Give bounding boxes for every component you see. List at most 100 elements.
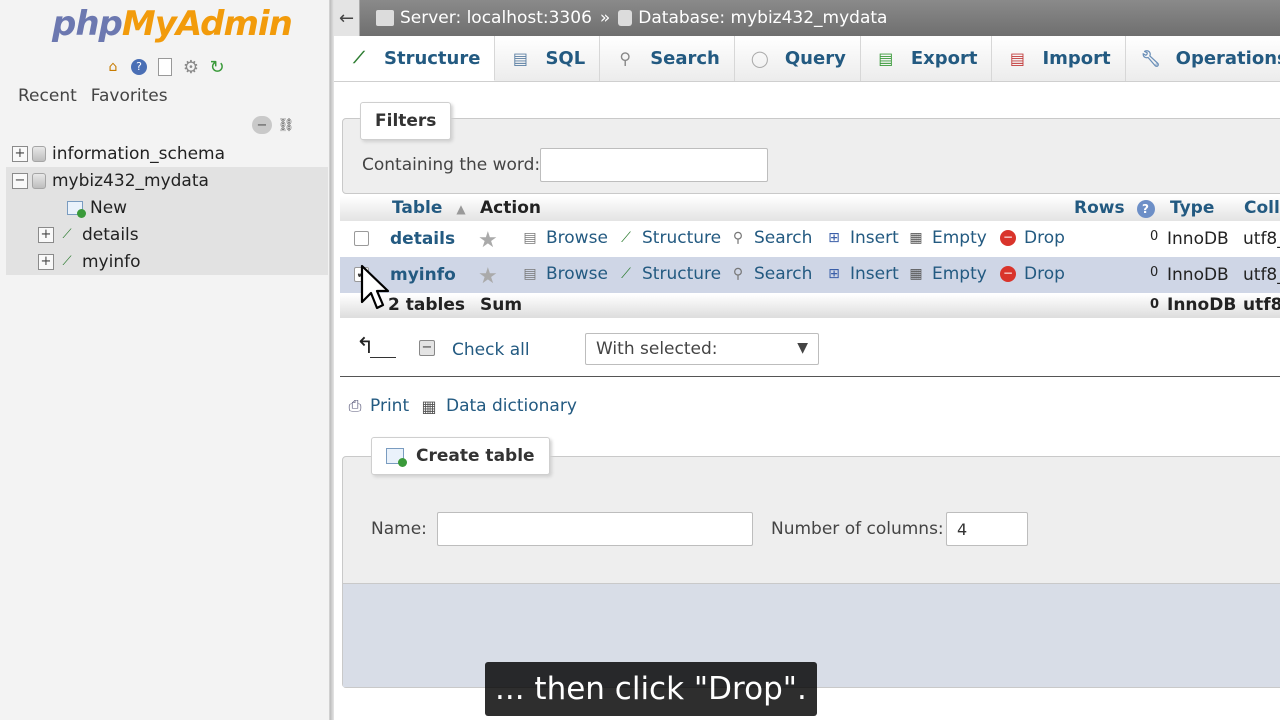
breadcrumb-database-label[interactable]: Database: mybiz432_mydata	[638, 8, 887, 28]
drop-label[interactable]: Drop	[1024, 264, 1065, 284]
browse-label[interactable]: Browse	[546, 264, 608, 284]
empty-action[interactable]: ▦ Empty	[906, 228, 987, 248]
search-label[interactable]: Search	[754, 228, 812, 248]
header-label[interactable]: Rows	[1074, 198, 1125, 218]
browse-label[interactable]: Browse	[546, 228, 608, 248]
back-arrow-icon[interactable]: ←	[334, 0, 360, 36]
database-tree: + information_schema − mybiz432_mydata N…	[0, 140, 330, 275]
drop-label[interactable]: Drop	[1024, 228, 1065, 248]
search-action[interactable]: ⚲ Search	[728, 228, 813, 248]
structure-action[interactable]: ⟋ Structure	[616, 264, 721, 284]
database-icon	[618, 10, 633, 26]
tab-operations[interactable]: 🔧︎ Operations	[1126, 36, 1280, 81]
favorite-star-icon[interactable]: ★	[478, 264, 498, 289]
data-dictionary-link[interactable]: ▦ Data dictionary	[418, 396, 577, 416]
import-icon: ▤	[1009, 49, 1026, 68]
structure-icon: ⟋	[621, 266, 631, 282]
expand-icon[interactable]: +	[38, 253, 54, 270]
structure-action[interactable]: ⟋ Structure	[616, 228, 721, 248]
tree-item-label[interactable]: mybiz432_mydata	[52, 171, 209, 191]
collapse-all-icon[interactable]: −	[252, 116, 272, 134]
breadcrumb-database[interactable]: Database: mybiz432_mydata	[618, 8, 887, 28]
filter-input[interactable]	[540, 148, 768, 182]
database-icon	[32, 172, 46, 189]
insert-action[interactable]: ⊞ Insert	[824, 228, 899, 248]
settings-icon[interactable]: ⚙	[180, 56, 202, 78]
empty-label[interactable]: Empty	[932, 228, 987, 248]
drop-action[interactable]: − Drop	[998, 228, 1065, 248]
table-name-link[interactable]: details	[390, 229, 455, 249]
table-name-input[interactable]	[437, 512, 753, 546]
table-name-link[interactable]: myinfo	[390, 265, 456, 285]
search-icon: ⚲	[619, 49, 632, 68]
breadcrumb-server-label[interactable]: Server: localhost:3306	[400, 8, 592, 28]
insert-label[interactable]: Insert	[850, 228, 899, 248]
recent-tab[interactable]: Recent	[14, 86, 81, 106]
phpmyadmin-logo[interactable]: phpMyAdmin	[52, 4, 293, 44]
expand-icon[interactable]: +	[12, 145, 28, 162]
browse-action[interactable]: ▤ Browse	[520, 264, 608, 284]
info-icon[interactable]: ?	[128, 56, 150, 78]
home-icon[interactable]: ⌂	[102, 56, 124, 78]
tree-item-myinfo[interactable]: + ⟋ myinfo	[6, 248, 328, 275]
empty-label[interactable]: Empty	[932, 264, 987, 284]
search-label[interactable]: Search	[754, 264, 812, 284]
column-header-rows[interactable]: Rows ?	[1074, 198, 1155, 218]
print-label[interactable]: Print	[370, 396, 409, 416]
tab-label: Import	[1042, 48, 1111, 69]
breadcrumb-server[interactable]: Server: localhost:3306	[376, 8, 592, 28]
engine-type: InnoDB	[1167, 265, 1229, 285]
empty-icon: ▦	[909, 266, 923, 282]
print-link[interactable]: ⎙ Print	[344, 396, 410, 416]
with-selected-dropdown[interactable]: With selected: ▼	[585, 333, 819, 365]
favorite-star-icon[interactable]: ★	[478, 228, 498, 253]
sum-rows: 0	[1150, 297, 1160, 312]
tab-label: Structure	[384, 47, 481, 69]
expand-icon[interactable]: +	[38, 226, 54, 243]
structure-label[interactable]: Structure	[642, 264, 721, 284]
tree-item-details[interactable]: + ⟋ details	[6, 221, 328, 248]
tree-item-label[interactable]: details	[82, 225, 139, 245]
tree-item-new-table[interactable]: New	[6, 194, 328, 221]
reload-icon[interactable]: ↻	[206, 56, 228, 78]
arrow-up-icon: ↰	[356, 334, 375, 359]
tab-structure[interactable]: ⟋ Structure	[334, 36, 496, 81]
insert-action[interactable]: ⊞ Insert	[824, 264, 899, 284]
browse-action[interactable]: ▤ Browse	[520, 228, 608, 248]
check-all-link[interactable]: Check all	[452, 340, 530, 360]
search-action[interactable]: ⚲ Search	[728, 264, 813, 284]
row-checkbox[interactable]	[354, 231, 369, 246]
browse-icon: ▤	[523, 266, 537, 282]
sum-type: InnoDB	[1167, 295, 1237, 315]
sidebar-resize-handle[interactable]	[330, 0, 334, 720]
collapse-icon[interactable]: −	[12, 172, 28, 189]
header-label[interactable]: Table	[392, 198, 442, 218]
column-header-collation[interactable]: Colla	[1244, 198, 1280, 218]
check-all-checkbox[interactable]: −	[419, 340, 435, 356]
columns-input[interactable]	[946, 512, 1028, 546]
tree-item-label[interactable]: information_schema	[52, 144, 225, 164]
insert-icon: ⊞	[828, 230, 840, 246]
tree-item-label[interactable]: New	[90, 198, 127, 218]
navigation-sidebar: phpMyAdmin ⌂ ? ⚙ ↻ Recent Favorites − ⛓ …	[0, 0, 330, 720]
tab-import[interactable]: ▤ Import	[992, 36, 1126, 81]
empty-action[interactable]: ▦ Empty	[906, 264, 987, 284]
tab-query[interactable]: ◯ Query	[735, 36, 861, 81]
data-dictionary-label[interactable]: Data dictionary	[446, 396, 577, 416]
tab-search[interactable]: ⚲ Search	[600, 36, 735, 81]
structure-label[interactable]: Structure	[642, 228, 721, 248]
tab-export[interactable]: ▤ Export	[861, 36, 993, 81]
insert-label[interactable]: Insert	[850, 264, 899, 284]
help-icon[interactable]: ?	[1136, 200, 1155, 218]
docs-icon[interactable]	[154, 56, 176, 78]
link-with-main-icon[interactable]: ⛓	[276, 116, 296, 134]
tab-sql[interactable]: ▤ SQL	[495, 36, 601, 81]
column-header-table[interactable]: Table ▲	[392, 198, 466, 218]
drop-action[interactable]: − Drop	[998, 264, 1065, 284]
favorites-tab[interactable]: Favorites	[87, 86, 172, 106]
tree-item-information-schema[interactable]: + information_schema	[0, 140, 330, 167]
column-header-type[interactable]: Type	[1170, 198, 1214, 218]
tree-item-mybiz432-mydata[interactable]: − mybiz432_mydata	[6, 167, 328, 194]
tree-item-label[interactable]: myinfo	[82, 252, 141, 272]
sort-asc-icon[interactable]: ▲	[456, 202, 465, 216]
